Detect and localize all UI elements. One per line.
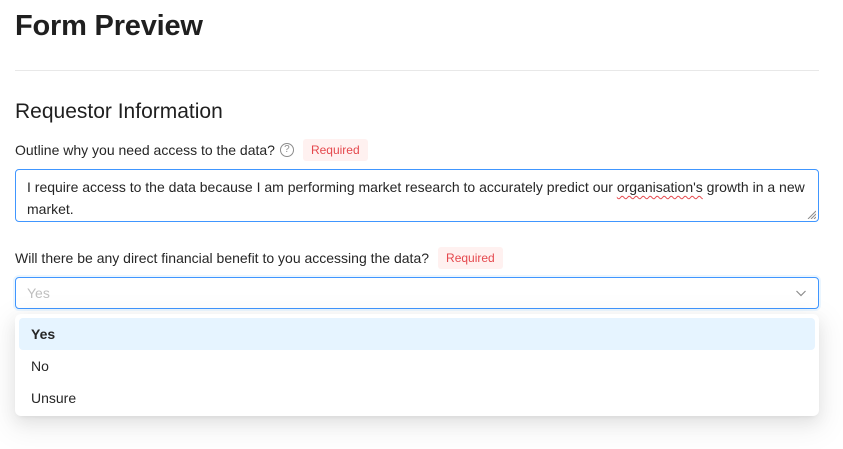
access-reason-label-row: Outline why you need access to the data?… [15, 138, 368, 162]
resize-handle-icon[interactable] [806, 209, 816, 219]
textarea-text: I require access to the data because I a… [27, 179, 617, 195]
divider [15, 70, 819, 71]
financial-benefit-label-row: Will there be any direct financial benef… [15, 246, 503, 270]
form-preview-page: Form Preview Requestor Information Outli… [0, 0, 843, 449]
chevron-down-icon[interactable] [795, 287, 807, 299]
question-circle-icon[interactable]: ? [279, 143, 294, 157]
select-placeholder: Yes [27, 285, 50, 301]
required-badge: Required [302, 139, 368, 161]
financial-benefit-label: Will there be any direct financial benef… [15, 250, 430, 266]
section-title: Requestor Information [15, 100, 223, 123]
page-title: Form Preview [15, 10, 203, 42]
option-no[interactable]: No [19, 350, 815, 382]
access-reason-label: Outline why you need access to the data? [15, 142, 275, 158]
required-badge: Required [438, 247, 503, 269]
misspelled-word: organisation's [616, 179, 703, 195]
access-reason-textarea[interactable]: I require access to the data because I a… [15, 169, 819, 222]
financial-benefit-select[interactable]: Yes [15, 277, 819, 309]
select-dropdown-menu: Yes No Unsure [15, 314, 819, 416]
option-unsure[interactable]: Unsure [19, 382, 815, 414]
option-yes[interactable]: Yes [19, 318, 815, 350]
